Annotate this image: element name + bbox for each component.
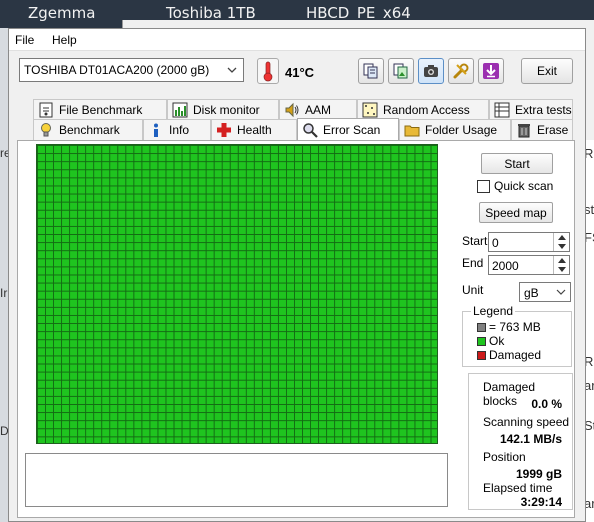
tab-erase[interactable]: Erase <box>511 119 573 140</box>
start-input-value: 0 <box>492 236 499 250</box>
tab-file-benchmark[interactable]: File Benchmark <box>33 99 167 120</box>
temperature-readout: 41°C <box>285 65 315 80</box>
exit-button[interactable]: Exit <box>521 58 573 84</box>
thermometer-icon <box>257 58 279 84</box>
tab-label: File Benchmark <box>59 103 143 117</box>
copy-icon <box>363 63 378 79</box>
speaker-icon <box>285 102 299 118</box>
tab-benchmark[interactable]: Benchmark <box>33 119 143 140</box>
tab-label: Folder Usage <box>425 123 498 137</box>
legend-gray-swatch <box>477 322 486 332</box>
options-button[interactable] <box>448 58 474 84</box>
drive-select[interactable]: TOSHIBA DT01ACA200 (2000 gB) <box>19 58 244 82</box>
legend-block-label: = 763 MB <box>489 320 541 334</box>
tab-label: Error Scan <box>323 122 381 137</box>
end-input[interactable]: 2000 <box>488 255 570 275</box>
scanning-speed-label: Scanning speed <box>483 415 570 429</box>
tab-strip: File Benchmark Disk monitor AAM Random A… <box>17 99 575 141</box>
trash-icon <box>518 124 530 138</box>
quick-scan-option[interactable]: Quick scan <box>477 179 553 193</box>
save-screenshot-button[interactable] <box>418 58 444 84</box>
tab-error-scan[interactable]: Error Scan <box>297 118 399 140</box>
legend-damaged-label: Damaged <box>489 348 542 362</box>
legend-block-size: = 763 MB <box>477 320 541 334</box>
unit-select[interactable]: gB <box>519 282 571 302</box>
download-button[interactable] <box>478 58 504 84</box>
error-scan-panel: Start Quick scan Speed map Start 0 End 2… <box>17 140 575 518</box>
chevron-down-icon <box>227 67 237 73</box>
unit-field-label: Unit <box>462 283 484 297</box>
tab-label: Info <box>169 123 190 137</box>
legend-ok: Ok <box>477 334 504 348</box>
damaged-blocks-value: 0.0 % <box>531 397 562 411</box>
tab-label: Erase <box>537 123 569 137</box>
disk-monitor-icon <box>172 102 188 118</box>
tab-extra-tests[interactable]: Extra tests <box>489 99 573 120</box>
legend-box: Legend = 763 MB Ok Damaged <box>462 304 572 367</box>
hdtune-window: File Help TOSHIBA DT01ACA200 (2000 gB) 4… <box>8 28 586 522</box>
chevron-down-icon <box>556 289 566 295</box>
speed-map-button[interactable]: Speed map <box>479 202 553 223</box>
scan-log-box[interactable] <box>25 453 448 507</box>
tab-aam[interactable]: AAM <box>279 99 357 120</box>
download-icon <box>483 63 499 79</box>
tab-info[interactable]: Info <box>143 119 211 140</box>
spin-up-icon[interactable] <box>553 233 569 242</box>
toolbar: TOSHIBA DT01ACA200 (2000 gB) 41°C Exit <box>9 52 585 92</box>
tab-health[interactable]: Health <box>211 119 297 140</box>
menu-help[interactable]: Help <box>52 33 77 47</box>
tab-random-access[interactable]: Random Access <box>357 99 489 120</box>
menu-file[interactable]: File <box>15 33 34 47</box>
unit-select-value: gB <box>524 286 539 300</box>
quick-scan-label: Quick scan <box>494 179 554 193</box>
tab-label: Health <box>237 123 272 137</box>
quick-scan-checkbox[interactable] <box>477 179 490 193</box>
position-label: Position <box>483 450 526 464</box>
health-cross-icon <box>217 123 231 137</box>
copy-text-button[interactable] <box>358 58 384 84</box>
spin-down-icon[interactable] <box>553 265 569 274</box>
end-field-label: End <box>462 256 484 270</box>
extra-tests-icon <box>494 102 510 118</box>
file-benchmark-icon <box>39 102 53 118</box>
scan-stats-box: Damaged blocks 0.0 % Scanning speed 142.… <box>468 373 573 510</box>
lightbulb-icon <box>41 123 51 137</box>
tab-label: Benchmark <box>59 123 120 137</box>
start-input[interactable]: 0 <box>488 232 570 252</box>
folder-icon <box>404 125 420 137</box>
legend-red-swatch <box>477 350 486 360</box>
drive-select-value: TOSHIBA DT01ACA200 (2000 gB) <box>24 63 210 77</box>
spin-down-icon[interactable] <box>553 242 569 251</box>
end-input-value: 2000 <box>492 259 519 273</box>
legend-green-swatch <box>477 336 486 346</box>
tab-label: AAM <box>305 103 332 117</box>
scanning-speed-value: 142.1 MB/s <box>499 432 562 446</box>
tab-disk-monitor[interactable]: Disk monitor <box>167 99 279 120</box>
start-field-label: Start <box>462 234 488 248</box>
copy-image-icon <box>393 63 408 79</box>
legend-damaged: Damaged <box>477 348 541 362</box>
legend-title: Legend <box>471 304 516 318</box>
info-icon <box>154 123 158 137</box>
tab-folder-usage[interactable]: Folder Usage <box>399 119 511 140</box>
position-value: 1999 gB <box>515 467 562 481</box>
spin-up-icon[interactable] <box>553 256 569 265</box>
elapsed-time-value: 3:29:14 <box>520 495 562 509</box>
camera-icon <box>424 65 438 77</box>
left-window-edge: re Ir D <box>0 28 11 522</box>
legend-ok-label: Ok <box>489 334 505 348</box>
start-scan-button[interactable]: Start <box>481 153 553 174</box>
taskbar-item[interactable]: Zgemma <box>28 4 95 22</box>
tab-label: Extra tests <box>515 103 572 117</box>
edge-text: Ir <box>0 286 8 300</box>
magnifier-icon <box>303 122 318 138</box>
random-access-icon <box>362 102 378 118</box>
menu-bar: File Help <box>9 29 585 51</box>
tab-label: Random Access <box>383 103 470 117</box>
scan-block-grid <box>36 144 438 444</box>
copy-screenshot-button[interactable] <box>388 58 414 84</box>
tools-icon <box>453 63 469 79</box>
tab-label: Disk monitor <box>193 103 260 117</box>
elapsed-time-label: Elapsed time <box>483 481 553 495</box>
